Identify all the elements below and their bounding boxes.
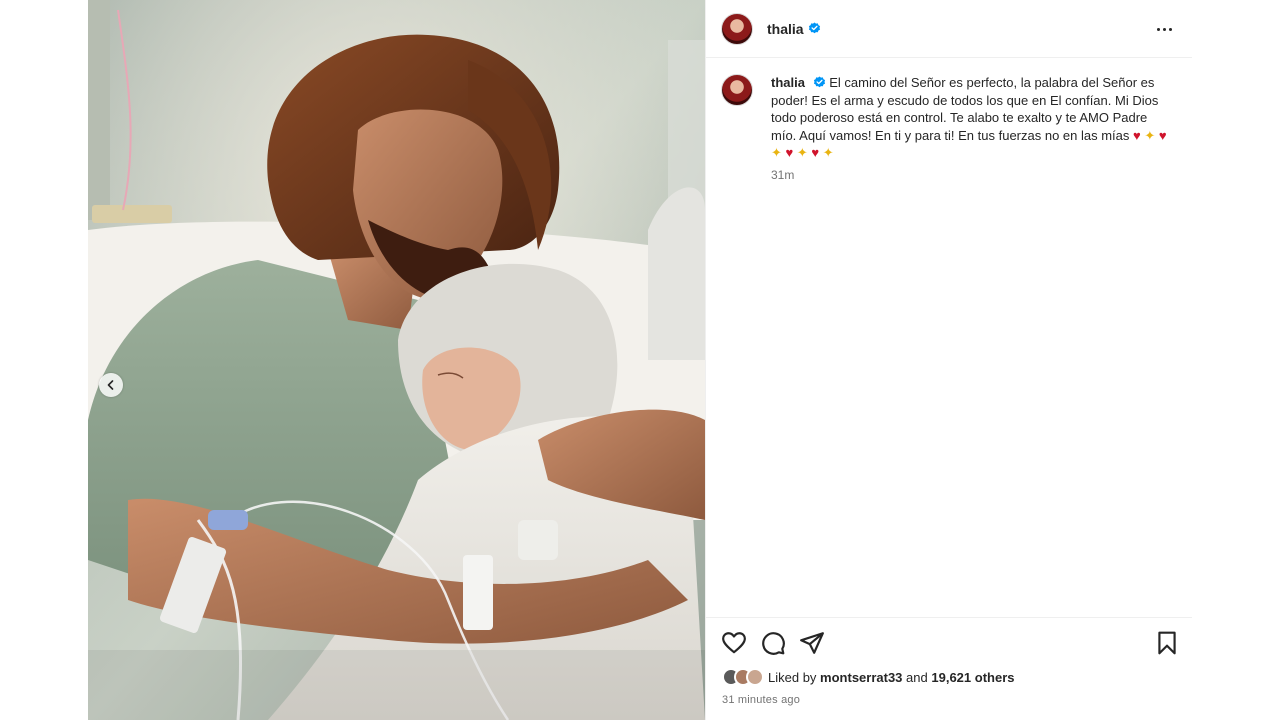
caption-time[interactable]: 31m [771,168,1171,182]
liker-avatar[interactable] [746,668,764,686]
heart-emoji-icon: ♥ [1155,127,1167,143]
post-sidebar: thalia thalia El camino del Señor es per… [705,0,1192,720]
caption-body: El camino del Señor es perfecto, la pala… [771,75,1159,143]
post-header: thalia [706,0,1192,58]
caption: thalia El camino del Señor es perfecto, … [721,74,1177,182]
more-options-icon[interactable] [1152,19,1176,39]
and-label: and [906,669,928,685]
likes-summary: Liked by montserrat33 and 19,621 others [722,668,1014,686]
bookmark-icon[interactable] [1154,630,1180,656]
sparkles-emoji-icon: ✦ [771,145,782,160]
likes-text: Liked by montserrat33 and 19,621 others [768,670,1014,685]
page-margin-left [0,0,88,720]
page-margin-right [1191,0,1280,720]
verified-badge-icon [813,76,825,88]
caption-text: thalia El camino del Señor es perfecto, … [771,74,1171,162]
verified-badge-icon [808,22,820,34]
caption-avatar[interactable] [721,74,753,106]
heart-emoji-icon: ♥ [1133,127,1141,143]
action-bar: Liked by montserrat33 and 19,621 others … [706,617,1192,720]
caption-username[interactable]: thalia [771,75,805,90]
heart-emoji-icon: ♥ [781,145,794,160]
post-timestamp[interactable]: 31 minutes ago [722,694,800,706]
author-avatar[interactable] [721,12,753,45]
comment-icon[interactable] [760,630,786,656]
author-username[interactable]: thalia [767,21,804,37]
likes-count[interactable]: 19,621 others [931,670,1014,685]
carousel-prev-button[interactable] [99,373,123,397]
share-icon[interactable] [799,630,825,656]
liked-by-label: Liked by [768,669,817,685]
post-image-illustration [88,0,705,720]
chevron-left-icon [107,380,114,390]
liked-by-username[interactable]: montserrat33 [820,670,902,685]
sparkles-emoji-icon: ✦ [793,145,808,160]
sparkles-emoji-icon: ✦ [819,145,834,160]
liker-avatars [722,668,764,686]
heart-icon[interactable] [721,630,747,656]
heart-emoji-icon: ♥ [807,145,820,160]
post-image[interactable] [88,0,705,720]
sparkles-emoji-icon: ✦ [1140,127,1156,143]
